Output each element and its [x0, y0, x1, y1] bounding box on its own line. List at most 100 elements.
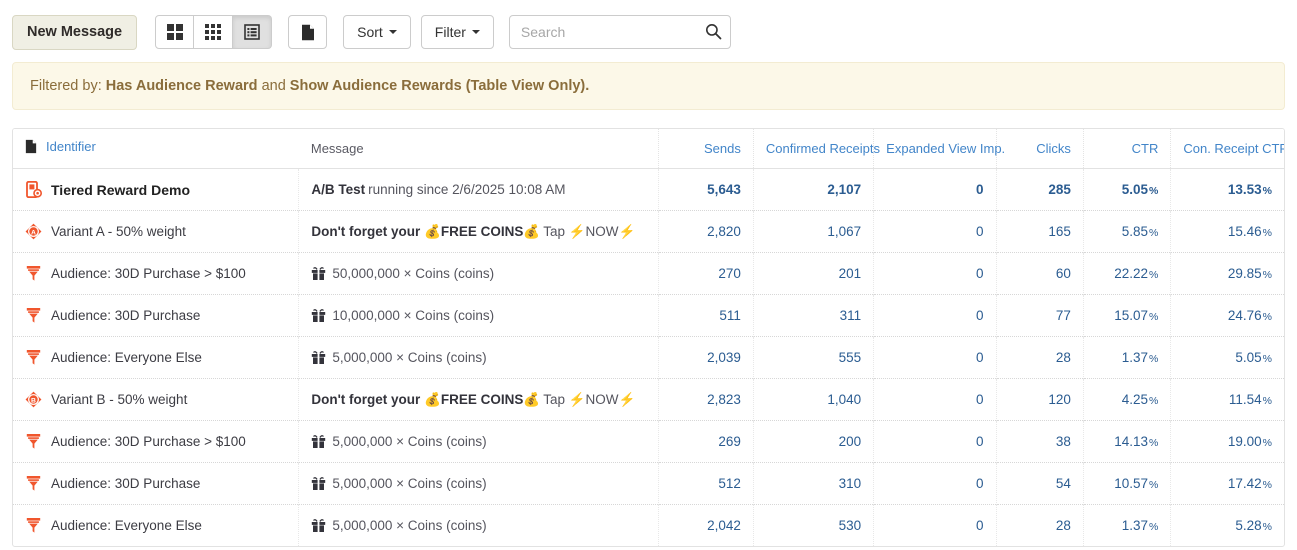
cell-con-receipt-ctr: 24.76%: [1170, 294, 1284, 337]
column-header-ctr[interactable]: CTR: [1082, 129, 1171, 169]
filter-banner: Filtered by: Has Audience Reward and Sho…: [12, 62, 1285, 110]
identifier-label: Audience: 30D Purchase: [51, 476, 201, 491]
gift-icon-wrap: [311, 350, 326, 365]
cell-ctr: 5.05%: [1082, 168, 1171, 211]
message-text-bold: Don't forget your 💰FREE COINS💰: [311, 223, 541, 239]
column-header-expanded-view-imp[interactable]: Expanded View Imp.: [873, 129, 1005, 169]
percent-symbol: %: [1262, 353, 1272, 365]
cell-ctr: 1.37%: [1082, 336, 1171, 379]
gift-icon-wrap: [311, 476, 326, 491]
message-text-bold: Don't forget your 💰FREE COINS💰: [311, 391, 541, 407]
ab-test-device-icon: [25, 181, 42, 198]
document-page-icon: [25, 139, 37, 154]
table-row[interactable]: Audience: 30D Purchase > $100 5,000,000 ×…: [13, 420, 1284, 463]
cell-message: Don't forget your 💰FREE COINS💰 Tap ⚡NOW⚡: [298, 210, 659, 253]
gift-icon-wrap: [311, 434, 326, 449]
percent-symbol: %: [1149, 521, 1159, 533]
table-row[interactable]: B Variant B - 50% weight Don't forget your…: [13, 378, 1284, 421]
cell-message: 5,000,000 × Coins (coins): [298, 504, 659, 546]
cell-ctr-value: 5.85: [1121, 224, 1148, 239]
percent-symbol: %: [1149, 437, 1159, 449]
funnel-icon: [26, 308, 41, 323]
table-row[interactable]: Tiered Reward Demo A/B Test running since…: [13, 168, 1284, 211]
percent-symbol: %: [1149, 353, 1159, 365]
column-header-identifier[interactable]: Identifier: [13, 129, 299, 169]
filter-button[interactable]: Filter: [420, 15, 494, 49]
table-row[interactable]: Audience: Everyone Else 5,000,000 × Coins…: [13, 504, 1284, 546]
cell-con-receipt-ctr: 17.42%: [1170, 462, 1284, 505]
page-document-button[interactable]: [288, 15, 328, 49]
table-view-button[interactable]: [233, 15, 273, 49]
search-input[interactable]: [508, 15, 731, 49]
cell-expanded-view-imp-value: 0: [976, 308, 984, 323]
cell-expanded-view-imp: 0: [873, 168, 997, 211]
cell-message: A/B Test running since 2/6/2025 10:08 AM: [298, 168, 659, 211]
cell-sends-value: 270: [718, 266, 741, 281]
cell-expanded-view-imp: 0: [873, 294, 997, 337]
ab-test-device-icon-wrap: [25, 181, 42, 198]
identifier-label: Audience: Everyone Else: [51, 350, 202, 365]
cell-expanded-view-imp: 0: [873, 378, 997, 421]
svg-text:A: A: [31, 230, 36, 237]
cell-sends: 2,039: [658, 336, 754, 379]
column-header-confirmed-receipts[interactable]: Confirmed Receipts: [752, 129, 880, 169]
new-message-button[interactable]: New Message: [12, 14, 138, 50]
column-header-sends[interactable]: Sends: [658, 129, 754, 169]
cell-sends: 2,823: [658, 378, 754, 421]
table-row[interactable]: Audience: 30D Purchase 5,000,000 × Coins …: [13, 462, 1284, 505]
variant-a-icon: A: [25, 223, 42, 240]
large-cards-view-button[interactable]: [155, 15, 195, 49]
column-header-identifier-label: Identifier: [46, 139, 96, 154]
gift-icon-wrap: [311, 308, 326, 323]
funnel-icon: [26, 266, 41, 281]
cell-identifier: B Variant B - 50% weight: [13, 378, 299, 421]
table-row[interactable]: Audience: 30D Purchase 10,000,000 × Coins…: [13, 294, 1284, 337]
table-body: Tiered Reward Demo A/B Test running since…: [13, 168, 1284, 546]
cell-con-receipt-ctr-value: 19.00: [1227, 434, 1262, 449]
identifier-label: Tiered Reward Demo: [51, 181, 191, 198]
gift-icon-wrap: [311, 266, 326, 281]
table-row[interactable]: Audience: 30D Purchase > $100 50,000,000 …: [13, 252, 1284, 295]
cell-ctr: 5.85%: [1082, 210, 1171, 253]
cell-identifier: Audience: 30D Purchase: [13, 462, 299, 505]
cell-sends: 269: [658, 420, 754, 463]
funnel-icon: [26, 518, 41, 533]
percent-symbol: %: [1262, 521, 1272, 533]
cell-confirmed-receipts: 530: [752, 504, 874, 546]
cell-sends-value: 2,042: [707, 518, 741, 533]
cell-sends-value: 512: [718, 476, 741, 491]
small-cards-view-button[interactable]: [194, 15, 234, 49]
cell-message: 10,000,000 × Coins (coins): [298, 294, 659, 337]
message-text: Tap ⚡NOW⚡: [543, 391, 636, 407]
percent-symbol: %: [1149, 479, 1159, 491]
table-row[interactable]: A Variant A - 50% weight Don't forget your…: [13, 210, 1284, 253]
cell-identifier: Audience: Everyone Else: [13, 504, 299, 546]
cell-expanded-view-imp: 0: [873, 504, 997, 546]
cell-clicks-value: 54: [1055, 476, 1071, 491]
column-header-clicks[interactable]: Clicks: [995, 129, 1084, 169]
cell-sends-value: 2,039: [707, 350, 741, 365]
cell-ctr-value: 5.05: [1121, 182, 1148, 197]
funnel-icon-wrap: [25, 475, 42, 492]
cell-con-receipt-ctr: 15.46%: [1170, 210, 1284, 253]
cell-sends-value: 2,820: [707, 224, 741, 239]
cell-confirmed-receipts-value: 1,040: [827, 392, 862, 407]
column-header-con-receipt-ctr[interactable]: Con. Receipt CTR: [1170, 129, 1284, 169]
cell-clicks-value: 285: [1048, 182, 1071, 197]
message-text: 5,000,000 × Coins (coins): [332, 350, 487, 365]
funnel-icon: [26, 434, 41, 449]
cell-clicks: 28: [995, 504, 1084, 546]
percent-symbol: %: [1262, 311, 1272, 323]
cell-ctr-value: 15.07: [1114, 308, 1148, 323]
cell-con-receipt-ctr-value: 24.76: [1227, 308, 1262, 323]
sort-button[interactable]: Sort: [343, 15, 411, 49]
cell-message: 5,000,000 × Coins (coins): [298, 462, 659, 505]
chevron-down-icon: [388, 30, 397, 34]
table-row[interactable]: Audience: Everyone Else 5,000,000 × Coins…: [13, 336, 1284, 379]
cell-identifier: Audience: 30D Purchase > $100: [13, 252, 299, 295]
filter-banner-conjunction: and: [261, 78, 286, 94]
gift-icon: [312, 309, 326, 323]
cell-clicks: 60: [995, 252, 1084, 295]
gift-icon: [312, 477, 326, 491]
cell-expanded-view-imp-value: 0: [976, 182, 984, 197]
